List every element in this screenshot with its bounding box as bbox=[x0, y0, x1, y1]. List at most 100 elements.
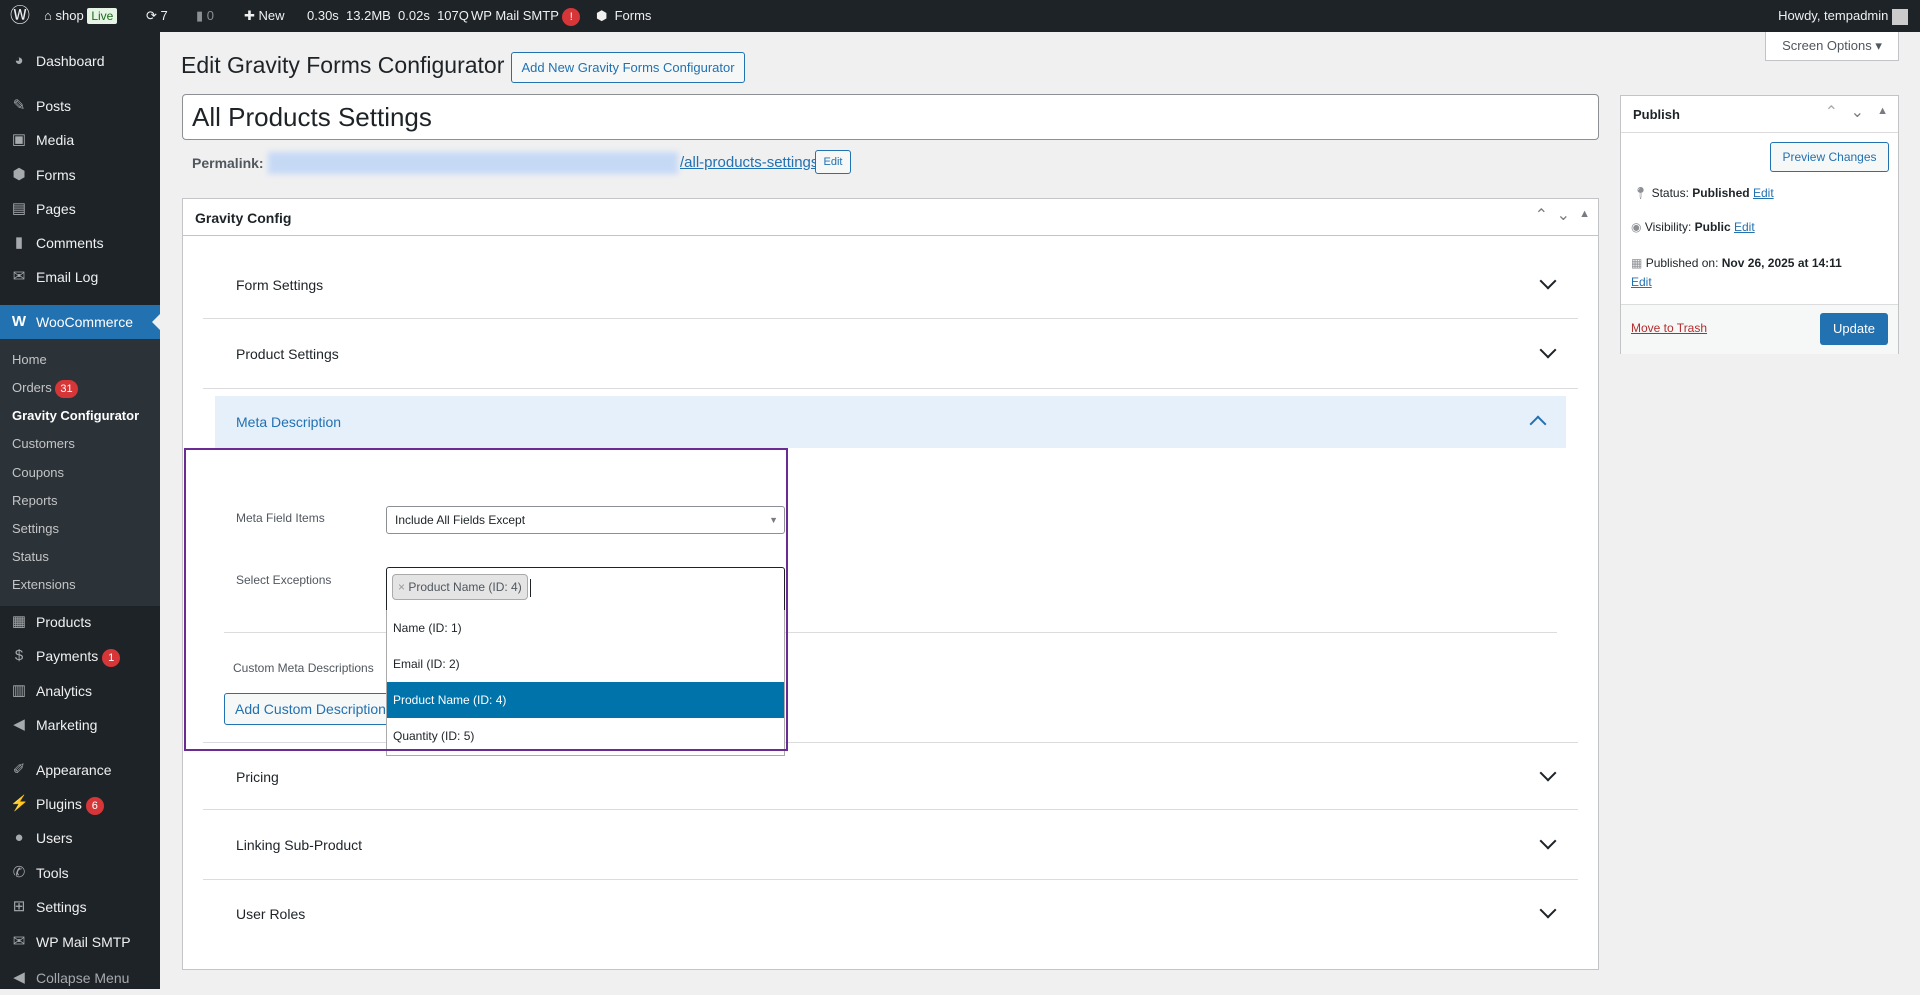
pin-icon: 📍︎ bbox=[1633, 186, 1649, 200]
menu-dashboard[interactable]: ◕ Dashboard bbox=[0, 44, 160, 78]
preview-changes-button[interactable]: Preview Changes bbox=[1770, 142, 1889, 172]
submenu-reports[interactable]: Reports bbox=[0, 487, 160, 515]
menu-tools[interactable]: ✆ Tools bbox=[0, 856, 160, 890]
edit-visibility-link[interactable]: Edit bbox=[1734, 220, 1755, 234]
submenu-customers[interactable]: Customers bbox=[0, 430, 160, 458]
status-value: Published bbox=[1692, 186, 1750, 200]
submenu-extensions[interactable]: Extensions bbox=[0, 571, 160, 599]
option-product-name[interactable]: Product Name (ID: 4) bbox=[387, 682, 784, 718]
menu-label: Payments bbox=[36, 648, 99, 664]
move-up-icon[interactable]: ⌃ bbox=[1825, 102, 1838, 122]
post-title-input[interactable]: All Products Settings bbox=[182, 94, 1599, 140]
section-form-settings[interactable]: Form Settings bbox=[203, 251, 1578, 319]
option-quantity[interactable]: Quantity (ID: 5) bbox=[387, 718, 784, 754]
toggle-panel-icon[interactable]: ▲ bbox=[1579, 208, 1590, 220]
woo-submenu: Home Orders 31 Gravity Configurator Cust… bbox=[0, 339, 160, 606]
products-icon: ▦ bbox=[11, 613, 27, 630]
comment-icon: ▮ bbox=[14, 234, 24, 251]
move-up-icon[interactable]: ⌃ bbox=[1535, 205, 1548, 225]
menu-comments[interactable]: ▮ Comments bbox=[0, 226, 160, 260]
tag-label: Product Name (ID: 4) bbox=[408, 580, 522, 594]
move-down-icon[interactable]: ⌄ bbox=[1851, 102, 1864, 122]
section-product-settings[interactable]: Product Settings bbox=[203, 320, 1578, 389]
section-linking-sub-product[interactable]: Linking Sub-Product bbox=[203, 811, 1578, 880]
forms-link[interactable]: ⬢ Forms bbox=[596, 0, 651, 32]
menu-products[interactable]: ▦ Products bbox=[0, 605, 160, 639]
menu-email-log[interactable]: ✉ Email Log bbox=[0, 260, 160, 294]
wp-mail-smtp-link[interactable]: WP Mail SMTP ! bbox=[471, 0, 581, 32]
comments-link[interactable]: ▮ 0 bbox=[196, 0, 214, 32]
meta-field-items-select[interactable]: Include All Fields Except ▼ bbox=[386, 506, 785, 534]
menu-label: Products bbox=[36, 614, 92, 630]
menu-pages[interactable]: ▤ Pages bbox=[0, 192, 160, 226]
site-link[interactable]: ⌂ shop Live bbox=[44, 0, 118, 32]
menu-label: Pages bbox=[36, 201, 76, 217]
payments-icon: $ bbox=[14, 647, 24, 664]
forms-label: Forms bbox=[614, 8, 652, 23]
move-to-trash-link[interactable]: Move to Trash bbox=[1631, 321, 1707, 335]
meta-field-items-label: Meta Field Items bbox=[236, 511, 325, 525]
section-label: Linking Sub-Product bbox=[236, 837, 363, 853]
add-new-button[interactable]: Add New Gravity Forms Configurator bbox=[511, 52, 745, 83]
menu-appearance[interactable]: ✐ Appearance bbox=[0, 753, 160, 787]
menu-posts[interactable]: ✎ Posts bbox=[0, 89, 160, 123]
update-button[interactable]: Update bbox=[1820, 313, 1888, 345]
section-user-roles[interactable]: User Roles bbox=[203, 880, 1578, 949]
screen-options-button[interactable]: Screen Options ▾ bbox=[1765, 32, 1899, 61]
menu-label: Comments bbox=[36, 235, 104, 251]
wrench-icon: ✆ bbox=[12, 864, 26, 881]
site-name: shop bbox=[55, 8, 84, 23]
option-name[interactable]: Name (ID: 1) bbox=[387, 610, 784, 646]
permalink-link[interactable]: /all-products-settings/ bbox=[680, 153, 823, 173]
new-link[interactable]: ✚ New bbox=[244, 0, 285, 32]
dashboard-icon: ◕ bbox=[14, 52, 24, 69]
users-icon: ● bbox=[14, 829, 24, 846]
published-value: Nov 26, 2025 at 14:11 bbox=[1721, 256, 1842, 270]
status-row: 📍︎ Status: Published Edit bbox=[1633, 186, 1774, 200]
menu-settings[interactable]: ⊞ Settings bbox=[0, 890, 160, 924]
permalink-edit-button[interactable]: Edit bbox=[815, 150, 851, 174]
menu-wp-mail-smtp[interactable]: ✉ WP Mail SMTP bbox=[0, 925, 160, 959]
menu-label: Orders bbox=[12, 380, 52, 395]
eye-icon: ◉ bbox=[1631, 220, 1642, 234]
remove-tag-icon[interactable]: × bbox=[398, 580, 405, 594]
submenu-orders[interactable]: Orders 31 bbox=[0, 374, 160, 402]
menu-marketing[interactable]: ◀ Marketing bbox=[0, 708, 160, 742]
section-label: Product Settings bbox=[236, 346, 339, 362]
submenu-status[interactable]: Status bbox=[0, 543, 160, 571]
submenu-coupons[interactable]: Coupons bbox=[0, 459, 160, 487]
visibility-label: Visibility: bbox=[1644, 220, 1692, 234]
brush-icon: ✐ bbox=[12, 761, 26, 778]
menu-label: Settings bbox=[36, 899, 87, 915]
menu-analytics[interactable]: ▥ Analytics bbox=[0, 674, 160, 708]
submenu-home[interactable]: Home bbox=[0, 346, 160, 374]
submenu-gravity-configurator[interactable]: Gravity Configurator bbox=[0, 402, 160, 430]
menu-plugins[interactable]: ⚡ Plugins 6 bbox=[0, 787, 160, 821]
move-down-icon[interactable]: ⌄ bbox=[1557, 205, 1570, 225]
smtp-label: WP Mail SMTP bbox=[471, 8, 559, 23]
chevron-down-icon bbox=[1539, 764, 1557, 782]
menu-label: Marketing bbox=[36, 717, 98, 733]
wordpress-logo-icon[interactable]: Ⓦ bbox=[10, 0, 30, 32]
toggle-panel-icon[interactable]: ▲ bbox=[1877, 105, 1888, 117]
menu-payments[interactable]: $ Payments 1 bbox=[0, 639, 160, 673]
menu-users[interactable]: ● Users bbox=[0, 821, 160, 855]
exceptions-multiselect[interactable]: × Product Name (ID: 4) bbox=[386, 567, 785, 611]
menu-media[interactable]: ▣ Media bbox=[0, 123, 160, 157]
menu-forms[interactable]: ⬢ Forms bbox=[0, 158, 160, 192]
query-monitor[interactable]: 0.30s 13.2MB 0.02s 107Q bbox=[307, 0, 469, 32]
collapse-menu[interactable]: ◀ Collapse Menu bbox=[0, 961, 160, 995]
submenu-settings[interactable]: Settings bbox=[0, 515, 160, 543]
publish-header: Publish ⌃ ⌄ ▲ bbox=[1621, 96, 1898, 133]
section-meta-description[interactable]: Meta Description bbox=[215, 396, 1566, 448]
user-menu[interactable]: Howdy, tempadmin bbox=[1778, 0, 1908, 32]
plugins-badge: 6 bbox=[85, 797, 104, 815]
edit-date-link[interactable]: Edit bbox=[1631, 275, 1652, 289]
dropdown-arrow-icon: ▼ bbox=[769, 515, 778, 525]
option-email[interactable]: Email (ID: 2) bbox=[387, 646, 784, 682]
updates-link[interactable]: ⟳ 7 bbox=[146, 0, 168, 32]
edit-status-link[interactable]: Edit bbox=[1753, 186, 1774, 200]
menu-woocommerce[interactable]: W WooCommerce bbox=[0, 305, 160, 339]
published-row: ▦ Published on: Nov 26, 2025 at 14:11 Edi… bbox=[1631, 254, 1891, 292]
live-badge: Live bbox=[87, 8, 118, 24]
